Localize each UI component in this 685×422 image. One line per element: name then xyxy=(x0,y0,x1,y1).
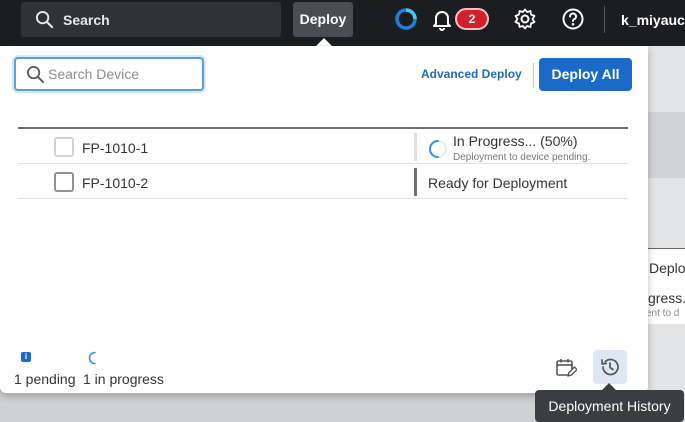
search-icon xyxy=(35,10,54,29)
background-card xyxy=(648,112,685,178)
search-icon xyxy=(27,66,45,84)
device-checkbox[interactable] xyxy=(54,172,74,192)
schedule-deploy-icon[interactable] xyxy=(555,357,577,379)
tooltip-caret xyxy=(602,383,616,390)
deployment-status-detail: Deployment to device pending. xyxy=(453,152,591,163)
deployment-status: Ready for Deployment xyxy=(428,175,568,191)
loading-spinner-icon xyxy=(428,140,447,158)
notification-count-badge[interactable]: 2 xyxy=(455,8,489,30)
device-name: FP-1010-2 xyxy=(82,175,149,191)
bell-icon[interactable] xyxy=(430,7,454,31)
device-checkbox-disabled xyxy=(54,137,74,157)
background-text: Deplo xyxy=(649,260,685,276)
status-bar xyxy=(414,168,417,196)
deployment-status: In Progress... (50%) xyxy=(453,133,578,149)
in-progress-count: 1 in progress xyxy=(83,371,164,387)
deploy-button[interactable]: Deploy xyxy=(293,2,353,37)
user-menu[interactable]: k_miyauc xyxy=(621,12,685,28)
status-bar xyxy=(414,133,417,161)
device-name: FP-1010-1 xyxy=(82,140,149,156)
status-swirl-icon[interactable] xyxy=(394,7,418,31)
global-search-button[interactable]: Search xyxy=(21,2,281,37)
device-search-input[interactable] xyxy=(48,64,198,84)
device-search-field[interactable] xyxy=(14,57,204,91)
background-status-text: gress. xyxy=(648,290,685,306)
loading-spinner-icon xyxy=(88,351,96,365)
deployment-history-button[interactable] xyxy=(593,350,627,384)
history-icon xyxy=(601,358,619,376)
background-status-detail: ent to d xyxy=(646,308,680,319)
help-icon[interactable] xyxy=(561,7,585,31)
table-row: FP-1010-1 In Progress... (50%) Deploymen… xyxy=(18,129,628,164)
header-divider xyxy=(533,63,534,88)
advanced-deploy-link[interactable]: Advanced Deploy xyxy=(421,67,522,81)
global-search-label: Search xyxy=(63,12,110,28)
gear-icon[interactable] xyxy=(513,7,537,31)
deploy-dialog: Advanced Deploy Deploy All FP-1010-1 In … xyxy=(0,46,648,393)
pending-count: 1 pending xyxy=(14,371,76,387)
top-navigation-bar: Search Deploy 2 k_miyauc xyxy=(0,0,685,46)
info-icon: i xyxy=(21,352,31,362)
device-table: FP-1010-1 In Progress... (50%) Deploymen… xyxy=(18,127,628,199)
topbar-divider xyxy=(604,6,605,33)
dialog-caret xyxy=(316,38,332,46)
background-page xyxy=(648,46,685,422)
deployment-history-tooltip: Deployment History xyxy=(535,390,684,422)
deploy-all-button[interactable]: Deploy All xyxy=(539,58,632,91)
table-row: FP-1010-2 Ready for Deployment xyxy=(18,164,628,199)
